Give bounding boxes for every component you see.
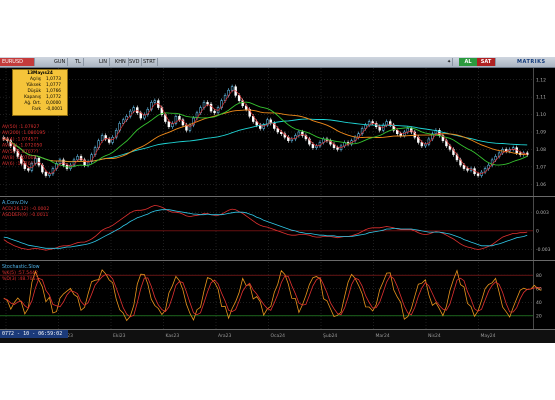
info-value: 1,0777 <box>46 83 62 88</box>
y-tick-label: -0.003 <box>536 247 551 253</box>
ohlc-info-panel: 13Mayıs24 Açılış 1,0773 Yüksek 1,0777 Düşü… <box>12 69 68 116</box>
candle-body <box>336 147 339 150</box>
strategy-button[interactable]: STRT <box>141 58 159 66</box>
info-label: Kapanış <box>24 95 41 100</box>
y-tick-label: 1.09 <box>536 130 546 136</box>
ma-legend-label: AV(12) :1.072050 <box>2 143 42 149</box>
x-tick-label: Eki23 <box>113 333 126 339</box>
info-value: 1,0766 <box>46 89 62 94</box>
y-tick-label: 1.07 <box>536 164 546 170</box>
x-tick-label: Nis24 <box>428 333 441 339</box>
candle-body <box>420 142 424 147</box>
candle-body <box>167 121 171 128</box>
chart-toolbar: EURUSD GUN TL LIN KHN SVD STRT ✦ AL SAT … <box>0 57 555 68</box>
candle-body <box>153 100 157 103</box>
candle-body <box>178 116 181 121</box>
x-tick-label: Ara23 <box>218 333 232 339</box>
candle-body <box>107 138 111 143</box>
candle-body <box>44 171 48 176</box>
ma-legend-label: AV(200) :1.080195 <box>2 130 45 136</box>
candle-body <box>206 102 209 105</box>
candle-body <box>466 168 469 171</box>
y-tick-label: 1.08 <box>536 147 546 153</box>
stochastic-panel-title: Stochastic.Slow <box>2 264 40 270</box>
y-tick-label: 1.06 <box>536 182 546 188</box>
candle-body <box>301 131 304 136</box>
candle-body <box>230 86 234 91</box>
line-button[interactable]: LIN <box>97 58 111 66</box>
settings-icon[interactable]: ✦ <box>445 58 453 66</box>
candle-body <box>399 133 402 136</box>
info-value: -0,0001 <box>46 107 63 112</box>
y-tick-label: 1.12 <box>536 77 546 83</box>
x-tick-label: May24 <box>481 333 496 339</box>
candle-body <box>213 110 216 114</box>
info-value: 0,0000 <box>46 101 62 106</box>
y-tick-label: 1.10 <box>536 112 546 118</box>
chart-svg: Ağu23Eyl23Eki23Kas23Ara23Oca24Şub24Mar24… <box>0 68 555 343</box>
time-readout: 0772 - 10 - 06:59:02 <box>0 330 68 338</box>
y-tick-label: 0.003 <box>536 210 549 216</box>
info-value: 1,0773 <box>46 77 62 82</box>
info-label: Açılış <box>29 77 41 82</box>
macd-panel-title: A.Conv.Div <box>2 200 28 206</box>
candle-body <box>76 156 79 161</box>
x-tick-label: Mar24 <box>376 333 390 339</box>
panel-background <box>0 198 555 260</box>
macd-legend-label: ACD(26,12) :-0.0002 <box>2 206 49 212</box>
x-tick-label: Şub24 <box>323 333 337 339</box>
candle-body <box>188 124 192 131</box>
candle-body <box>385 121 388 126</box>
y-tick-label: 1.11 <box>536 95 546 101</box>
y-tick-label: 0 <box>536 228 539 234</box>
info-date: 13Mayıs24 <box>27 71 53 76</box>
candle-body <box>132 107 135 112</box>
ma-legend-label: AV(4) :1.0745?? <box>2 136 39 142</box>
ma-legend-label: AV(50) :1.07927 <box>2 124 40 130</box>
info-label: Yüksek <box>26 83 41 88</box>
candle-body <box>476 173 480 176</box>
y-tick-label: 40 <box>536 300 542 306</box>
candle-body <box>100 135 104 141</box>
stochastic-legend-label: %K(5) :57.5442 <box>2 270 38 276</box>
candle-body <box>311 143 315 148</box>
candle-body <box>37 157 41 166</box>
x-tick-label: Oca24 <box>271 333 286 339</box>
ma-legend-label: AV(6) :1.070?? <box>2 161 36 167</box>
info-value: 1,0772 <box>46 95 62 100</box>
y-tick-label: 20 <box>536 313 542 319</box>
tl-button[interactable]: TL <box>73 58 84 66</box>
ma-legend-label: AV(8) :1.07008 <box>2 155 37 161</box>
candle-body <box>58 159 62 164</box>
macd-legend-label: ASDDER(9) :-0.0011 <box>2 212 49 218</box>
info-label: Ağ. Ort. <box>24 101 41 106</box>
x-tick-label: Kas23 <box>166 333 180 339</box>
candle-body <box>27 168 30 171</box>
candle-body <box>209 103 213 112</box>
ma-legend-label: AV(5) :1.0707?? <box>2 149 39 155</box>
buy-button[interactable]: AL <box>459 58 478 66</box>
stochastic-legend-label: %D(3) :48.7053 <box>2 276 38 282</box>
info-label: Düşük <box>27 89 41 94</box>
sell-button[interactable]: SAT <box>477 58 496 66</box>
candle-body <box>121 119 125 124</box>
info-label: Fark <box>32 107 41 112</box>
matriks-logo: MATRIKS <box>517 59 546 65</box>
period-gun-button[interactable]: GUN <box>52 58 69 66</box>
y-tick-label: 80 <box>536 273 542 279</box>
chart-window: EURUSD GUN TL LIN KHN SVD STRT ✦ AL SAT … <box>0 57 555 343</box>
symbol-selector[interactable]: EURUSD <box>0 58 35 66</box>
candle-body <box>378 126 381 131</box>
